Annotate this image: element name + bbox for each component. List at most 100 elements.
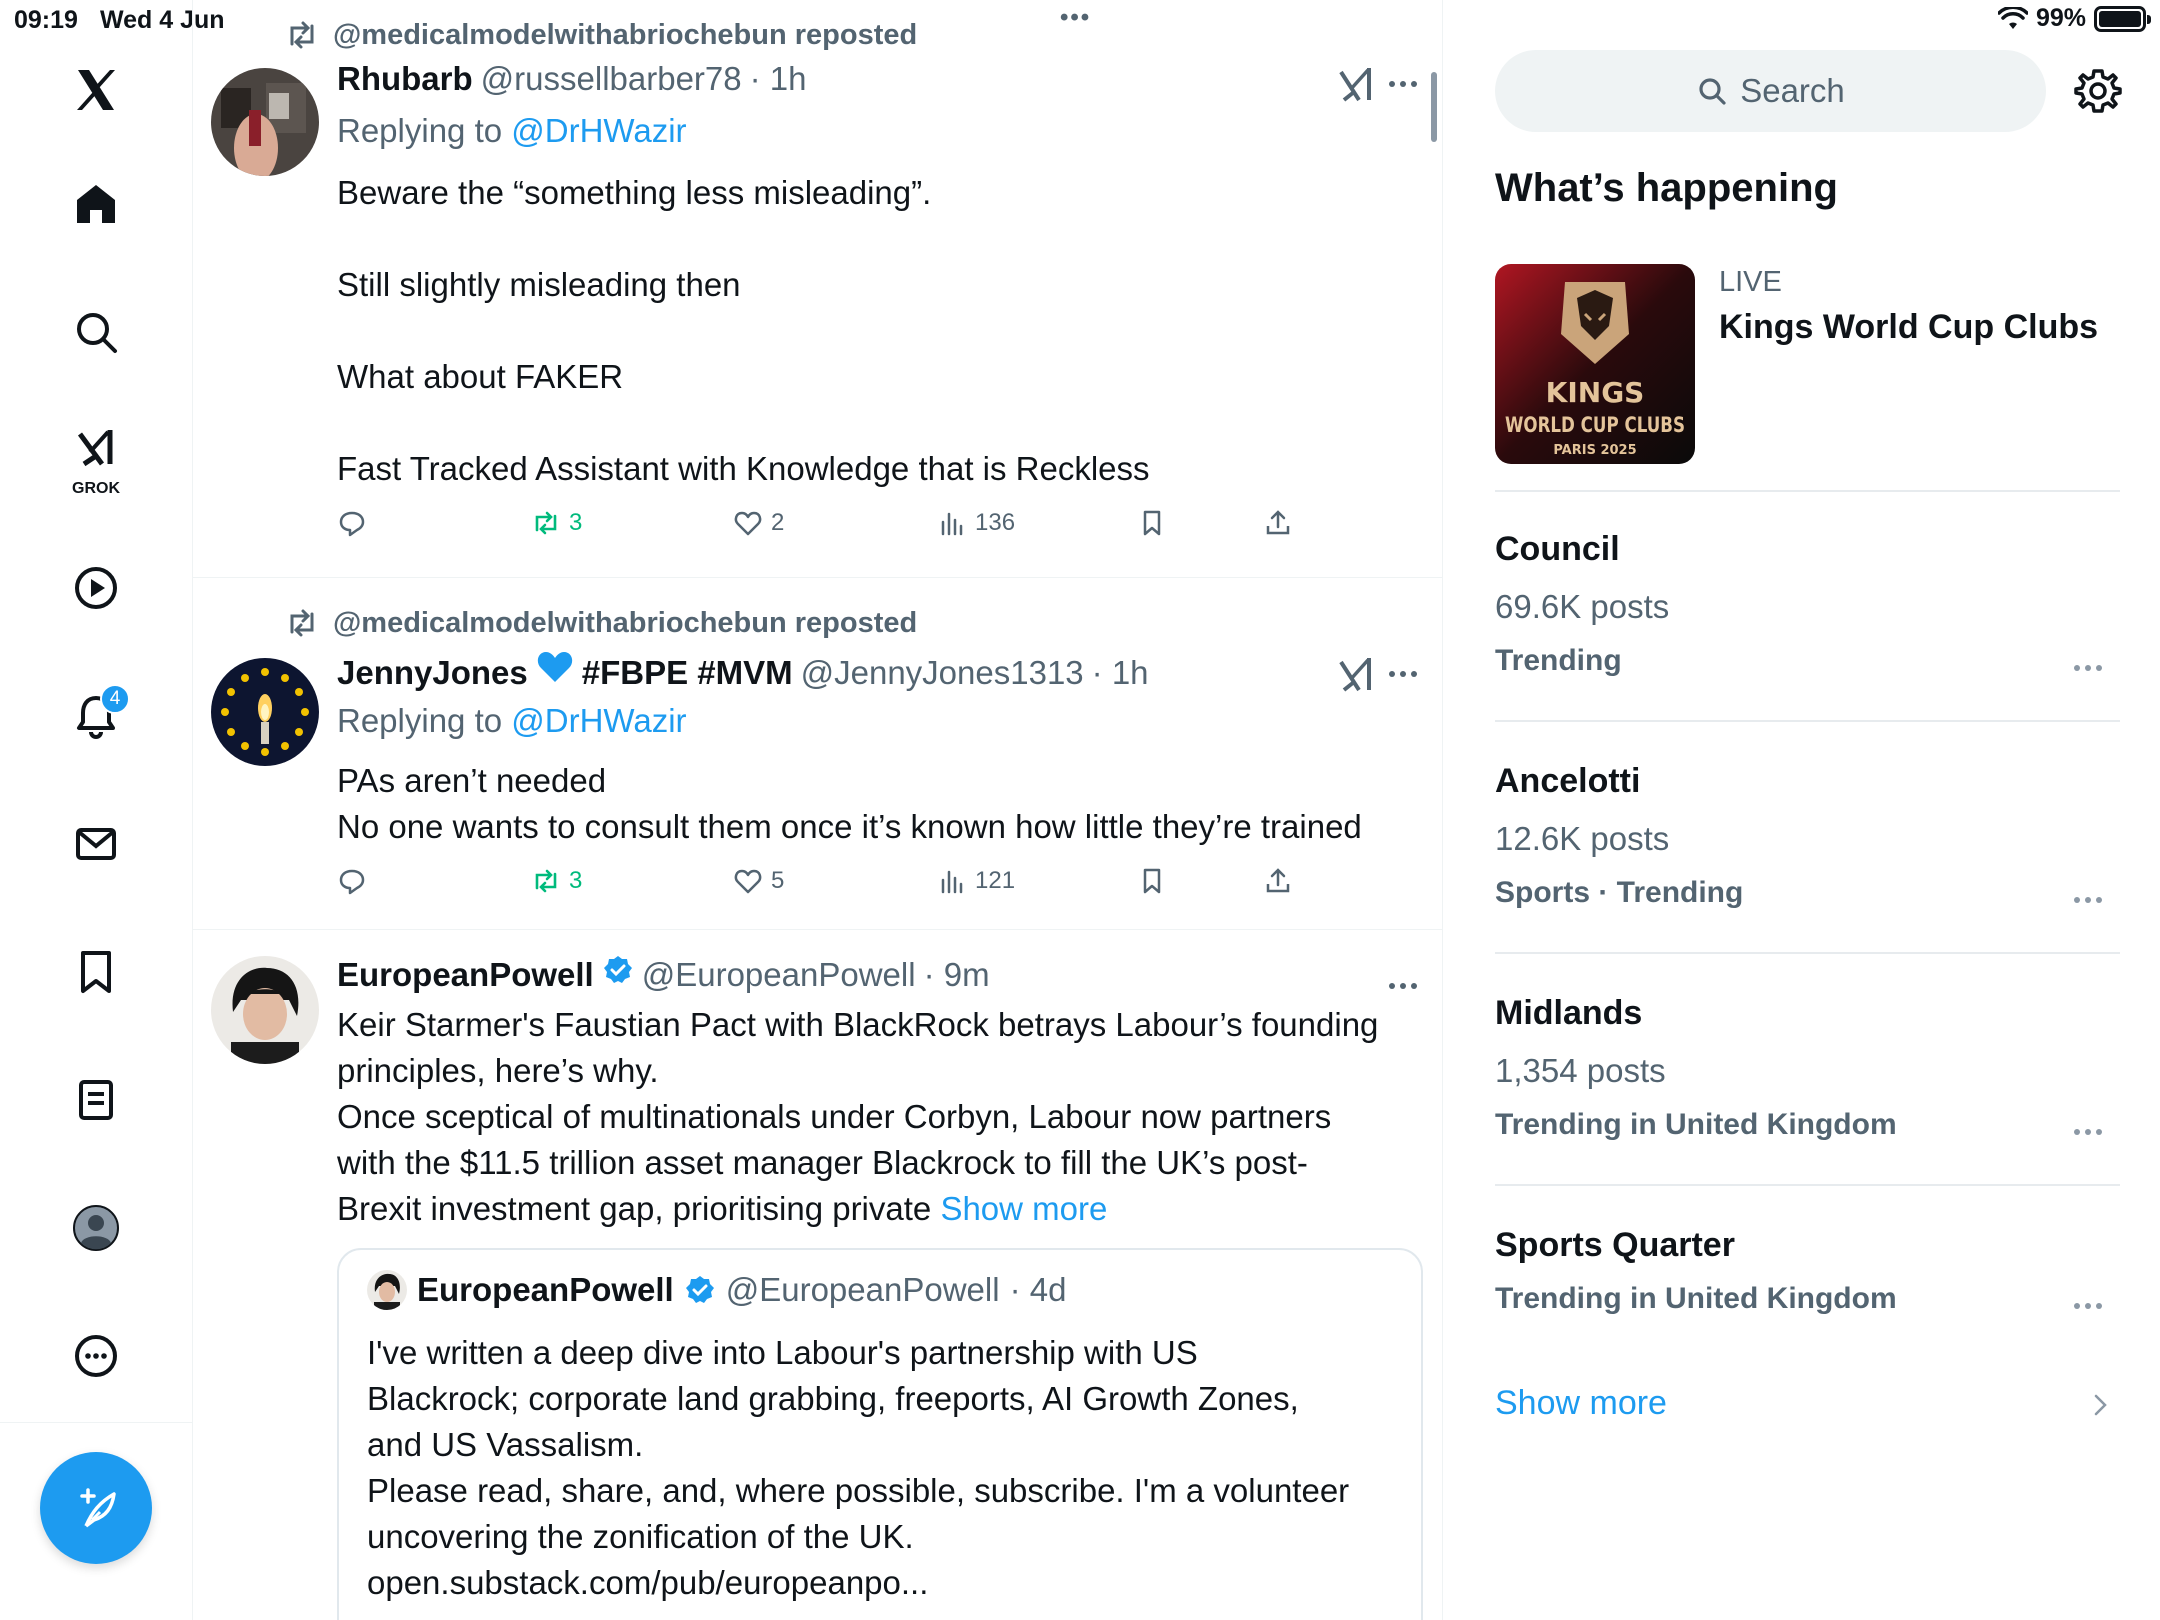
trend-context: Sports · Trending (1495, 876, 1744, 909)
trend-context: Trending in United Kingdom (1495, 1282, 1897, 1315)
post-time[interactable]: · 1h (750, 60, 807, 98)
post-text: Beware the “something less misleading”. … (337, 170, 1427, 492)
author-name[interactable]: EuropeanPowell (337, 956, 594, 994)
post-more-button[interactable] (1389, 74, 1425, 94)
live-image-world-cup-clubs: WORLD CUP CLUBS (1505, 413, 1685, 437)
author-handle[interactable]: @JennyJones1313 (801, 654, 1084, 692)
post-header: JennyJones #FBPE #MVM @JennyJones1313 · … (337, 650, 1149, 692)
bookmark-button[interactable] (1137, 508, 1167, 538)
trend-more-button[interactable] (2074, 658, 2110, 678)
trend-more-button[interactable] (2074, 1122, 2110, 1142)
live-event-card[interactable]: KINGS WORLD CUP CLUBS PARIS 2025 LIVE Ki… (1495, 264, 2120, 488)
search-input[interactable]: Search (1495, 50, 2046, 132)
post-line: PAs aren’t needed (337, 762, 607, 799)
trend-item[interactable]: Ancelotti 12.6K posts Sports · Trending (1495, 762, 2120, 962)
bookmark-button[interactable] (1137, 866, 1167, 896)
bookmark-icon (1143, 510, 1161, 536)
trend-post-count: 1,354 posts (1495, 1052, 1666, 1089)
profile-avatar-icon[interactable] (58, 1190, 134, 1266)
video-play-icon[interactable] (58, 550, 134, 626)
views-chart-icon (941, 512, 963, 536)
post-line: Still slightly misleading then (337, 266, 741, 303)
post-text: Keir Starmer's Faustian Pact with BlackR… (337, 1002, 1427, 1232)
post-line: No one wants to consult them once it’s k… (337, 808, 1362, 845)
reply-icon (339, 869, 365, 895)
avatar[interactable] (211, 658, 319, 766)
author-handle[interactable]: @russellbarber78 (481, 60, 742, 98)
show-more-trends-link[interactable]: Show more (1495, 1384, 2120, 1423)
post-rhubarb[interactable]: @medicalmodelwithabriochebun reposted Rh… (193, 0, 1442, 578)
retweet-button[interactable]: 3 (531, 866, 582, 896)
show-more-link[interactable]: Show more (940, 1190, 1107, 1227)
trend-name: Midlands (1495, 994, 1643, 1032)
share-button[interactable] (1263, 508, 1293, 538)
like-button[interactable]: 2 (733, 508, 784, 538)
retweet-button[interactable]: 3 (531, 508, 582, 538)
author-tags[interactable]: #FBPE #MVM (582, 654, 793, 692)
view-count: 136 (975, 509, 1016, 536)
notifications-badge: 4 (100, 684, 130, 714)
x-logo-icon[interactable] (58, 52, 134, 128)
share-button[interactable] (1263, 866, 1293, 896)
avatar[interactable] (211, 956, 319, 1064)
trend-post-count: 69.6K posts (1495, 588, 1670, 625)
trend-item[interactable]: Council 69.6K posts Trending (1495, 530, 2120, 730)
compose-post-button[interactable] (40, 1452, 152, 1564)
post-more-button[interactable] (1389, 664, 1425, 684)
grok-icon[interactable]: GROK (58, 418, 134, 497)
settings-gear-icon[interactable] (2073, 66, 2123, 116)
post-time[interactable]: · 1h (1092, 654, 1149, 692)
post-time[interactable]: · 9m (924, 956, 990, 994)
trend-item[interactable]: Midlands 1,354 posts Trending in United … (1495, 994, 2120, 1194)
explore-search-icon[interactable] (58, 294, 134, 370)
home-icon[interactable] (58, 166, 134, 242)
replying-mention[interactable]: @DrHWazir (511, 112, 686, 149)
author-handle[interactable]: @EuropeanPowell (642, 956, 916, 994)
compose-feather-icon (80, 1488, 116, 1528)
live-image-kings: KINGS (1546, 376, 1645, 409)
right-sidebar: Search What’s happening KINGS WORLD CUP … (1443, 0, 2160, 1620)
post-europeanpowell[interactable]: EuropeanPowell @EuropeanPowell · 9m Keir… (193, 930, 1442, 1620)
messages-mail-icon[interactable] (58, 806, 134, 882)
avatar[interactable] (211, 68, 319, 176)
quote-time: · 4d (1009, 1271, 1067, 1308)
reply-button[interactable] (337, 866, 367, 896)
verified-badge-icon (685, 1276, 714, 1303)
quote-line: I've written a deep dive into Labour's p… (367, 1334, 1198, 1371)
timeline-feed[interactable]: @medicalmodelwithabriochebun reposted Rh… (193, 0, 1443, 1620)
bookmarks-icon[interactable] (58, 934, 134, 1010)
post-line: Beware the “something less misleading”. (337, 174, 932, 211)
show-more-label: Show more (1495, 1384, 1667, 1422)
quoted-post[interactable]: EuropeanPowell @EuropeanPowell · 4d I've… (337, 1248, 1423, 1620)
trend-name: Council (1495, 530, 1620, 568)
author-name[interactable]: JennyJones (337, 654, 528, 692)
trend-more-button[interactable] (2074, 890, 2110, 910)
live-image-paris-2025: PARIS 2025 (1553, 443, 1636, 458)
trend-item[interactable]: Sports Quarter Trending in United Kingdo… (1495, 1226, 2120, 1356)
trend-context: Trending in United Kingdom (1495, 1108, 1897, 1141)
replying-mention[interactable]: @DrHWazir (511, 702, 686, 739)
reply-button[interactable] (337, 508, 367, 538)
post-jennyjones[interactable]: @medicalmodelwithabriochebun reposted Je… (193, 578, 1442, 930)
retweet-count: 3 (569, 509, 583, 536)
notifications-bell-icon[interactable]: 4 (58, 678, 134, 754)
like-button[interactable]: 5 (733, 866, 784, 896)
grok-explain-icon[interactable] (1335, 64, 1377, 106)
views-button[interactable]: 136 (937, 508, 1015, 538)
quote-link[interactable]: open.substack.com/pub/europeanpo... (367, 1560, 1397, 1606)
repost-indicator: @medicalmodelwithabriochebun reposted (285, 18, 917, 52)
live-label: LIVE (1719, 266, 1782, 298)
share-icon (1266, 868, 1290, 893)
post-header: EuropeanPowell @EuropeanPowell · 9m (337, 954, 990, 994)
post-more-button[interactable] (1389, 976, 1425, 996)
divider (1495, 720, 2120, 722)
grok-explain-icon[interactable] (1335, 654, 1377, 696)
quote-line: and US Vassalism. (367, 1426, 644, 1463)
divider (1495, 952, 2120, 954)
more-options-circle-icon[interactable] (58, 1318, 134, 1394)
author-name[interactable]: Rhubarb (337, 60, 473, 98)
nav-divider (0, 1422, 193, 1423)
views-button[interactable]: 121 (937, 866, 1015, 896)
trend-more-button[interactable] (2074, 1296, 2110, 1316)
lists-icon[interactable] (58, 1062, 134, 1138)
